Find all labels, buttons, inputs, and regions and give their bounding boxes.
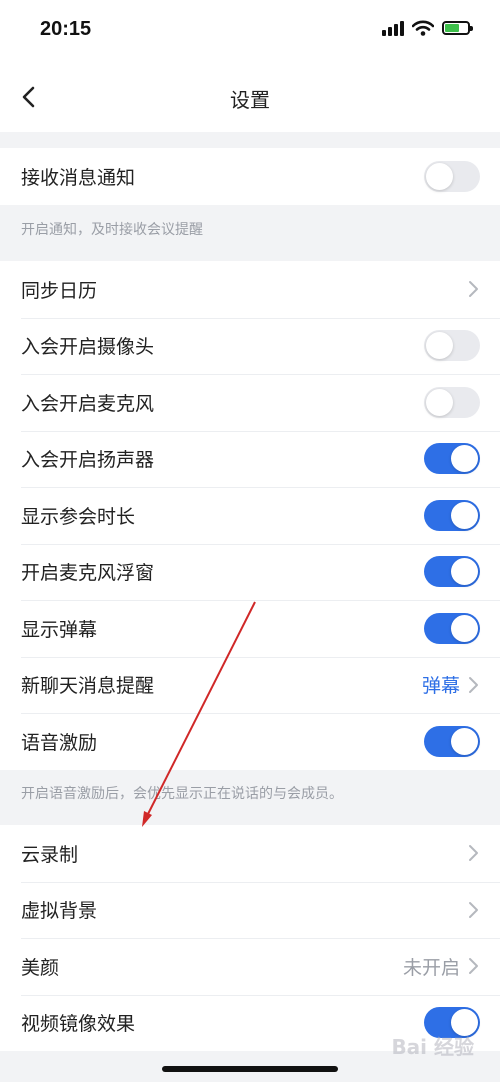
chat-alert-value: 弹幕	[421, 675, 460, 698]
nav-bar: 设置	[0, 62, 500, 132]
setting-row-cloud-recording[interactable]: 云录制	[0, 825, 500, 882]
setting-row-beauty[interactable]: 美颜 未开启	[0, 938, 500, 995]
notification-group: 接收消息通知	[0, 148, 500, 205]
status-time: 20:15	[40, 18, 92, 40]
beauty-value: 未开启	[402, 956, 460, 979]
danmaku-toggle[interactable]	[424, 612, 480, 644]
setting-row-camera[interactable]: 入会开启摄像头	[0, 317, 500, 375]
setting-label: 新聊天消息提醒	[21, 675, 155, 698]
setting-label: 云录制	[21, 843, 79, 866]
setting-row-mic-float-window[interactable]: 开启麦克风浮窗	[0, 543, 500, 601]
chevron-right-icon	[469, 281, 478, 298]
setting-label: 美颜	[21, 956, 60, 979]
setting-label: 入会开启扬声器	[21, 449, 155, 472]
setting-label: 语音激励	[21, 731, 98, 754]
meeting-settings-group: 同步日历 入会开启摄像头 入会开启麦克风 入会开启扬声器 显示参会时长 开启麦克…	[0, 261, 500, 770]
setting-label: 入会开启摄像头	[21, 336, 155, 359]
setting-row-microphone[interactable]: 入会开启麦克风	[0, 374, 500, 431]
setting-row-danmaku[interactable]: 显示弹幕	[0, 600, 500, 657]
setting-row-chat-alert[interactable]: 新聊天消息提醒 弹幕	[0, 656, 500, 714]
chevron-right-icon	[469, 958, 478, 975]
setting-row-voice-activation[interactable]: 语音激励	[0, 713, 500, 770]
chevron-right-icon	[469, 845, 478, 862]
status-icons	[382, 20, 473, 36]
status-bar: 20:15	[0, 0, 500, 62]
chevron-right-icon	[469, 901, 478, 918]
microphone-toggle[interactable]	[424, 386, 480, 418]
camera-toggle[interactable]	[424, 330, 480, 362]
page-title: 设置	[230, 88, 270, 112]
setting-label: 虚拟背景	[21, 900, 98, 923]
setting-row-speaker[interactable]: 入会开启扬声器	[0, 430, 500, 488]
setting-label: 接收消息通知	[21, 166, 136, 189]
setting-row-meeting-duration[interactable]: 显示参会时长	[0, 487, 500, 544]
setting-label: 视频镜像效果	[21, 1013, 136, 1036]
setting-row-virtual-background[interactable]: 虚拟背景	[0, 881, 500, 939]
setting-label: 同步日历	[21, 279, 98, 302]
notification-hint: 开启通知，及时接收会议提醒	[21, 222, 203, 238]
setting-label: 开启麦克风浮窗	[21, 562, 155, 585]
voice-activation-hint: 开启语音激励后，会优先显示正在说话的与会成员。	[21, 786, 343, 802]
wifi-icon	[412, 20, 434, 36]
battery-icon	[442, 21, 473, 35]
setting-label: 入会开启麦克风	[21, 392, 155, 415]
home-indicator	[162, 1066, 338, 1072]
video-settings-group: 云录制 虚拟背景 美颜 未开启 视频镜像效果	[0, 825, 500, 1051]
setting-label: 显示弹幕	[21, 618, 98, 641]
setting-label: 显示参会时长	[21, 505, 136, 528]
signal-icon	[382, 20, 404, 36]
mic-float-window-toggle[interactable]	[424, 556, 480, 588]
setting-row-notifications[interactable]: 接收消息通知	[0, 148, 500, 205]
chevron-right-icon	[469, 676, 478, 693]
speaker-toggle[interactable]	[424, 443, 480, 475]
voice-activation-toggle[interactable]	[424, 725, 480, 757]
setting-row-sync-calendar[interactable]: 同步日历	[0, 261, 500, 318]
meeting-duration-toggle[interactable]	[424, 499, 480, 531]
notifications-toggle[interactable]	[424, 160, 480, 192]
watermark-logo: Bai 经验	[391, 1035, 474, 1059]
